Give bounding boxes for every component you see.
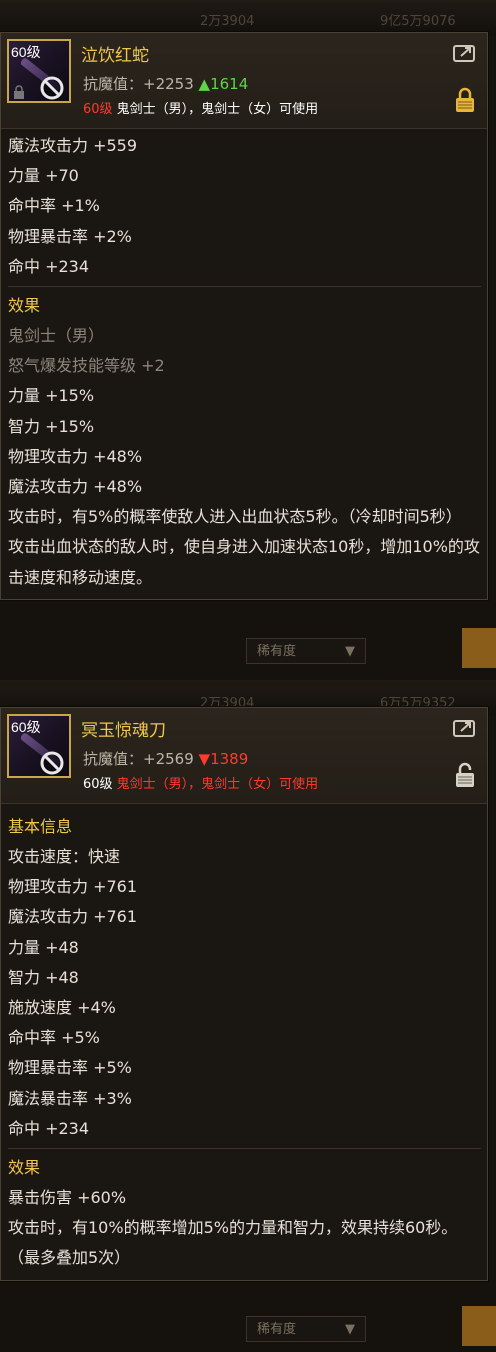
- forbidden-icon: [40, 76, 64, 100]
- effect-line: 物理攻击力 +48%: [8, 446, 143, 466]
- stat-line: 魔法攻击力 +559: [8, 136, 138, 155]
- chevron-down-icon: ▼: [345, 1322, 355, 1337]
- item-icon[interactable]: 60级: [7, 39, 71, 103]
- rarity-dropdown-label: 稀有度: [257, 1322, 297, 1337]
- item-tooltip-1: 60级 泣饮红蛇 抗魔值：+2253 ▲1614 60级 鬼剑士（男），鬼剑士（…: [0, 32, 488, 600]
- effect-description: 攻击出血状态的敌人时，使自身进入加速状态10秒，增加10%的攻击速度和移动速度。: [8, 537, 480, 587]
- stat-line: 力量 +70: [8, 166, 79, 186]
- tooltip-header: 60级 冥玉惊魂刀 抗魔值：+2569 ▼1389 60级 鬼剑士（男），鬼剑士…: [1, 708, 487, 804]
- rarity-dropdown-label: 稀有度: [257, 644, 297, 659]
- tooltip-body: 魔法攻击力 +559 力量 +70 命中率 +1% 物理暴击率 +2% 命中 +…: [1, 129, 487, 599]
- resist-row: 抗魔值：+2569 ▼1389: [83, 748, 248, 769]
- small-lock-icon: [14, 85, 24, 99]
- chevron-down-icon: ▼: [345, 644, 355, 659]
- effect-line-inactive: 怒气爆发技能等级 +2: [8, 356, 165, 376]
- resist-value: +2569: [143, 750, 194, 768]
- effect-line: 魔法攻击力 +48%: [8, 477, 143, 497]
- effect-line: 暴击伤害 +60%: [8, 1188, 127, 1208]
- req-text: 鬼剑士（男），鬼剑士（女）可使用: [112, 777, 319, 792]
- lock-icon[interactable]: [455, 87, 475, 113]
- divider: [8, 286, 481, 288]
- share-icon[interactable]: [453, 43, 477, 63]
- effect-description: 攻击时，有10%的概率增加5%的力量和智力，效果持续60秒。（最多叠加5次）: [8, 1218, 458, 1268]
- effect-description: 攻击时，有5%的概率使敌人进入出血状态5秒。（冷却时间5秒）: [8, 507, 462, 527]
- effect-line: 智力 +15%: [8, 416, 95, 436]
- resist-label: 抗魔值：: [83, 750, 144, 768]
- divider: [8, 1148, 481, 1150]
- stat-line: 力量 +48: [8, 937, 79, 957]
- resist-label: 抗魔值：: [83, 75, 144, 93]
- unlock-icon[interactable]: [455, 762, 475, 788]
- req-level: 60级: [83, 777, 113, 792]
- item-name: 冥玉惊魂刀: [81, 721, 166, 741]
- bg-orange-button[interactable]: [462, 1306, 496, 1346]
- stat-line: 命中 +234: [8, 1118, 90, 1138]
- stat-line: 命中 +234: [8, 256, 90, 276]
- stat-line: 魔法攻击力 +761: [8, 907, 138, 927]
- bg-number: 2万3904: [200, 14, 255, 29]
- resist-value: +2253: [143, 75, 194, 93]
- item-name: 泣饮红蛇: [81, 46, 149, 66]
- stat-line: 施放速度 +4%: [8, 998, 116, 1018]
- stat-line: 物理暴击率 +2%: [8, 226, 132, 246]
- stat-line: 攻击速度：快速: [8, 847, 121, 866]
- requirement-row: 60级 鬼剑士（男），鬼剑士（女）可使用: [83, 98, 318, 117]
- bg-top-bar: 2万3904 9亿5万9076: [0, 0, 496, 36]
- req-text: 鬼剑士（男），鬼剑士（女）可使用: [112, 102, 319, 117]
- bg-orange-button[interactable]: [462, 628, 496, 668]
- effect-header: 效果: [8, 1158, 41, 1178]
- bg-number: 9亿5万9076: [380, 14, 456, 29]
- resist-diff: ▲1614: [198, 75, 249, 93]
- stat-line: 魔法暴击率 +3%: [8, 1088, 132, 1108]
- req-level: 60级: [83, 102, 113, 117]
- stat-line: 智力 +48: [8, 967, 79, 987]
- basic-info-header: 基本信息: [8, 817, 73, 836]
- share-icon[interactable]: [453, 718, 477, 738]
- resist-row: 抗魔值：+2253 ▲1614: [83, 73, 248, 94]
- tooltip-header: 60级 泣饮红蛇 抗魔值：+2253 ▲1614 60级 鬼剑士（男），鬼剑士（…: [1, 33, 487, 129]
- item-icon[interactable]: 60级: [7, 714, 71, 778]
- stat-line: 命中率 +5%: [8, 1028, 100, 1048]
- item-tooltip-2: 60级 冥玉惊魂刀 抗魔值：+2569 ▼1389 60级 鬼剑士（男），鬼剑士…: [0, 707, 488, 1281]
- stat-line: 命中率 +1%: [8, 196, 100, 216]
- effect-line-inactive: 鬼剑士（男）: [8, 326, 105, 346]
- stat-line: 物理暴击率 +5%: [8, 1058, 132, 1078]
- resist-diff: ▼1389: [198, 750, 249, 768]
- requirement-row: 60级 鬼剑士（男），鬼剑士（女）可使用: [83, 773, 318, 792]
- rarity-dropdown[interactable]: 稀有度 ▼: [246, 638, 366, 664]
- effect-line: 力量 +15%: [8, 386, 95, 406]
- rarity-dropdown[interactable]: 稀有度 ▼: [246, 1316, 366, 1342]
- tooltip-body: 基本信息 攻击速度：快速 物理攻击力 +761 魔法攻击力 +761 力量 +4…: [1, 804, 487, 1280]
- forbidden-icon: [40, 751, 64, 775]
- stat-line: 物理攻击力 +761: [8, 877, 138, 897]
- effect-header: 效果: [8, 296, 41, 316]
